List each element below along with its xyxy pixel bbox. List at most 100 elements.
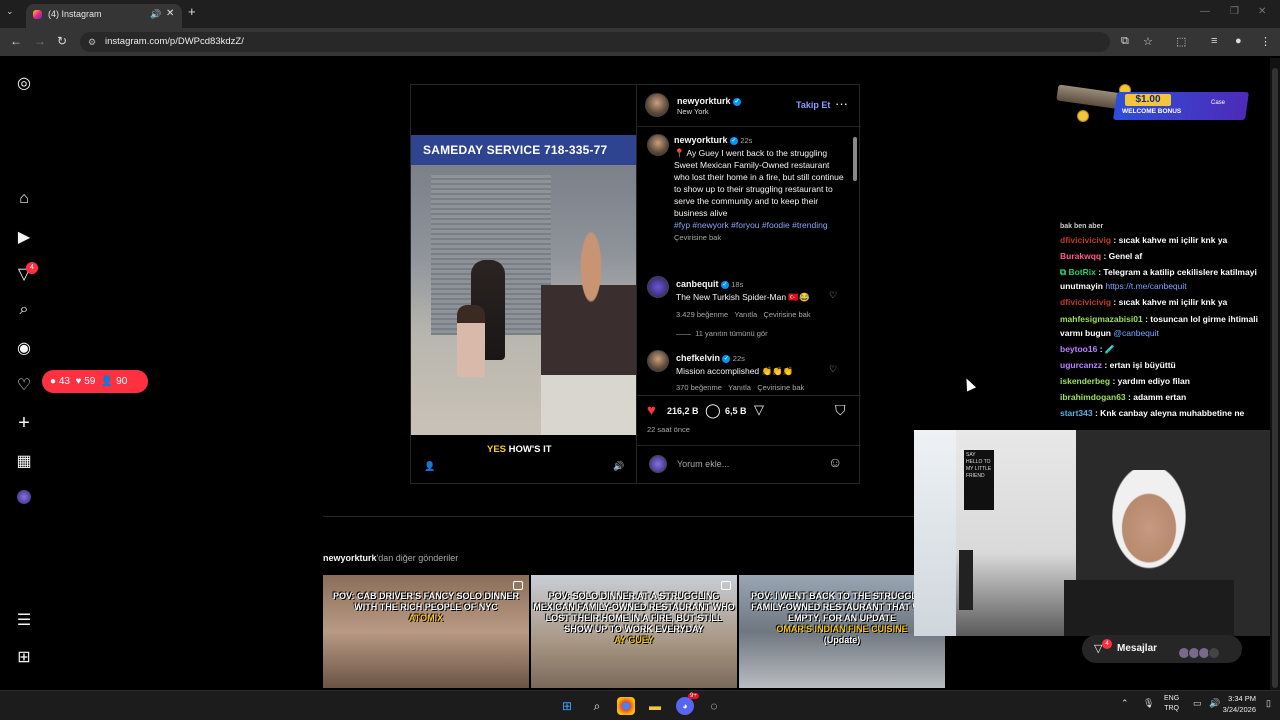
author-avatar[interactable]: [645, 93, 669, 117]
tagged-user-icon[interactable]: 👤: [424, 461, 435, 472]
windows-start-icon[interactable]: ⊞: [558, 697, 576, 715]
browser-menu-icon[interactable]: ⋮: [1260, 35, 1271, 48]
section-divider: [323, 516, 945, 517]
forward-icon[interactable]: →: [34, 34, 46, 48]
taskbar-search-icon[interactable]: ⌕: [588, 697, 606, 715]
comments-scrollbar[interactable]: [851, 129, 859, 393]
comment-bubble-icon[interactable]: ◯: [705, 402, 721, 419]
comment-like-icon[interactable]: ♡: [829, 290, 837, 301]
tab-instagram[interactable]: (4) Instagram 🔊 ✕: [26, 4, 182, 28]
like-count[interactable]: 216,2 B: [667, 406, 699, 416]
create-plus-icon[interactable]: +: [16, 412, 32, 435]
more-options-icon[interactable]: ···: [835, 96, 848, 111]
page-scrollbar[interactable]: [1270, 58, 1280, 690]
volume-icon[interactable]: 🔊: [613, 461, 624, 472]
messages-label: Mesajlar: [1117, 643, 1158, 654]
install-icon[interactable]: ⧉: [1121, 35, 1129, 48]
comment-avatar[interactable]: [647, 276, 669, 298]
volume-tray-icon[interactable]: 🔊: [1209, 698, 1220, 709]
file-explorer-icon[interactable]: ▬: [646, 697, 664, 715]
dashboard-icon[interactable]: ▦: [16, 451, 32, 471]
windows-taskbar: ⊞ ⌕ ▬ ◕ 9+ ◌ ⌃ 🎙 ENG TRQ ▭ 🔊 3:34 PM 3/24/…: [0, 690, 1280, 720]
speaker-icon[interactable]: 🔊: [150, 4, 161, 24]
translate-link[interactable]: Çevirisine bak: [763, 310, 810, 319]
caption-hashtags[interactable]: #fyp #newyork #foryou #foodie #trending: [674, 220, 828, 230]
messages-send-icon: ▽: [1094, 643, 1103, 655]
instagram-logo-icon[interactable]: ◎: [16, 73, 32, 93]
new-tab-button[interactable]: +: [188, 4, 196, 19]
caption-translate[interactable]: Çevirisine bak: [674, 233, 721, 242]
tab-close-icon[interactable]: ✕: [166, 4, 174, 24]
notification-bell-icon[interactable]: ▯: [1266, 698, 1271, 709]
minimize-icon[interactable]: —: [1200, 6, 1210, 17]
comment-avatar[interactable]: [647, 350, 669, 372]
app-icon[interactable]: ◌: [705, 697, 723, 715]
maximize-icon[interactable]: ❐: [1230, 6, 1239, 17]
media-controls-icon[interactable]: ≡: [1211, 35, 1217, 47]
verified-icon: ✓: [733, 97, 742, 106]
reply-link[interactable]: Yanıtla: [734, 310, 757, 319]
heart-icon: ♥: [75, 376, 82, 387]
discord-icon[interactable]: ◕: [676, 697, 694, 715]
tab-search-icon[interactable]: ⌄: [6, 6, 14, 17]
more-post-thumb[interactable]: POV: CAB DRIVER'S FANCY SOLO DINNER WITH…: [323, 575, 529, 688]
profile-avatar[interactable]: [17, 490, 31, 504]
reload-icon[interactable]: ↻: [57, 34, 67, 48]
chat-message: Burakwqq : Genel af: [1060, 251, 1143, 262]
view-replies-link[interactable]: —— 11 yanıtın tümünü gör: [676, 329, 768, 338]
chat-link[interactable]: https://t.me/canbequit: [1105, 281, 1186, 291]
threads-apps-icon[interactable]: ⊞: [16, 647, 32, 667]
explore-icon[interactable]: ◉: [16, 338, 32, 358]
messages-button[interactable]: ▽ 4 Mesajlar: [1082, 635, 1242, 663]
comment-count: 6,5 B: [725, 406, 747, 416]
post-location[interactable]: New York: [677, 107, 709, 116]
chat-message: start343 : Knk canbay aleyna muhabbetine…: [1060, 408, 1245, 419]
save-bookmark-icon[interactable]: ⛉: [835, 402, 846, 419]
chat-message: mahfesigmazabisi01 : tosuncan lol girme …: [1060, 313, 1258, 338]
search-icon[interactable]: ⌕: [16, 301, 32, 319]
post-header: newyorkturk ✓ New York Takip Et ···: [637, 85, 861, 127]
tray-overflow-icon[interactable]: ⌃: [1121, 698, 1129, 709]
back-icon[interactable]: ←: [10, 34, 22, 48]
share-icon[interactable]: ▽: [754, 402, 764, 418]
extensions-icon[interactable]: ⬚: [1176, 35, 1186, 48]
comment-item: canbequit ✓ 18s The New Turkish Spider-M…: [676, 279, 811, 319]
caption-text: 📍 Ay Guey I went back to the struggling …: [674, 148, 844, 218]
bonus-amount: $1.00: [1125, 94, 1171, 106]
home-icon[interactable]: ⌂: [16, 190, 32, 208]
bookmark-star-icon[interactable]: ☆: [1143, 35, 1153, 48]
chrome-icon[interactable]: [617, 697, 635, 715]
system-clock[interactable]: 3:34 PM 3/24/2026: [1223, 693, 1256, 715]
more-menu-icon[interactable]: ☰: [16, 610, 32, 630]
window-close-icon[interactable]: ✕: [1258, 6, 1266, 17]
verified-icon: ✓: [720, 280, 729, 289]
profile-avatar-icon[interactable]: ●: [1235, 35, 1242, 47]
network-icon[interactable]: ▭: [1193, 698, 1202, 709]
site-info-icon[interactable]: ⚙: [88, 32, 96, 52]
comment-like-icon[interactable]: ♡: [829, 364, 837, 375]
add-comment-row: Yorum ekle... ☺: [637, 445, 861, 483]
post-timestamp: 22 saat önce: [647, 425, 690, 434]
webcam-overlay: SAY HELLO TO MY LITTLE FRIEND: [914, 430, 1280, 636]
input-language[interactable]: ENG TRQ: [1164, 694, 1179, 714]
translate-link[interactable]: Çevirisine bak: [757, 383, 804, 392]
microphone-icon[interactable]: 🎙: [1143, 698, 1154, 709]
reply-link[interactable]: Yanıtla: [728, 383, 751, 392]
reels-icon[interactable]: ▶: [16, 227, 32, 247]
caption-avatar[interactable]: [647, 134, 669, 156]
author-username[interactable]: newyorkturk ✓: [677, 96, 742, 106]
more-post-thumb[interactable]: POV: SOLO DINNER AT A STRUGGLING MEXICAN…: [531, 575, 737, 688]
tab-title: (4) Instagram: [48, 9, 102, 19]
comment-input[interactable]: Yorum ekle...: [677, 459, 729, 469]
url-field[interactable]: ⚙ instagram.com/p/DWPcd83kdzZ/: [80, 32, 1110, 52]
notifications-popup[interactable]: ● 43 ♥ 59 👤 90: [42, 370, 148, 393]
post-video[interactable]: SAMEDAY SERVICE 718-335-77 YES HOW'S IT …: [411, 85, 636, 483]
tab-bar: ⌄ (4) Instagram 🔊 ✕ + — ❐ ✕: [0, 0, 1280, 28]
notifications-heart-icon[interactable]: ♡: [16, 375, 32, 395]
reel-icon: [721, 581, 731, 590]
emoji-icon[interactable]: ☺: [828, 454, 842, 470]
microphone-stand: [959, 550, 973, 610]
follow-button[interactable]: Takip Et: [796, 100, 830, 110]
like-heart-icon[interactable]: ♥: [647, 402, 656, 419]
messages-badge: 4: [1102, 639, 1112, 649]
